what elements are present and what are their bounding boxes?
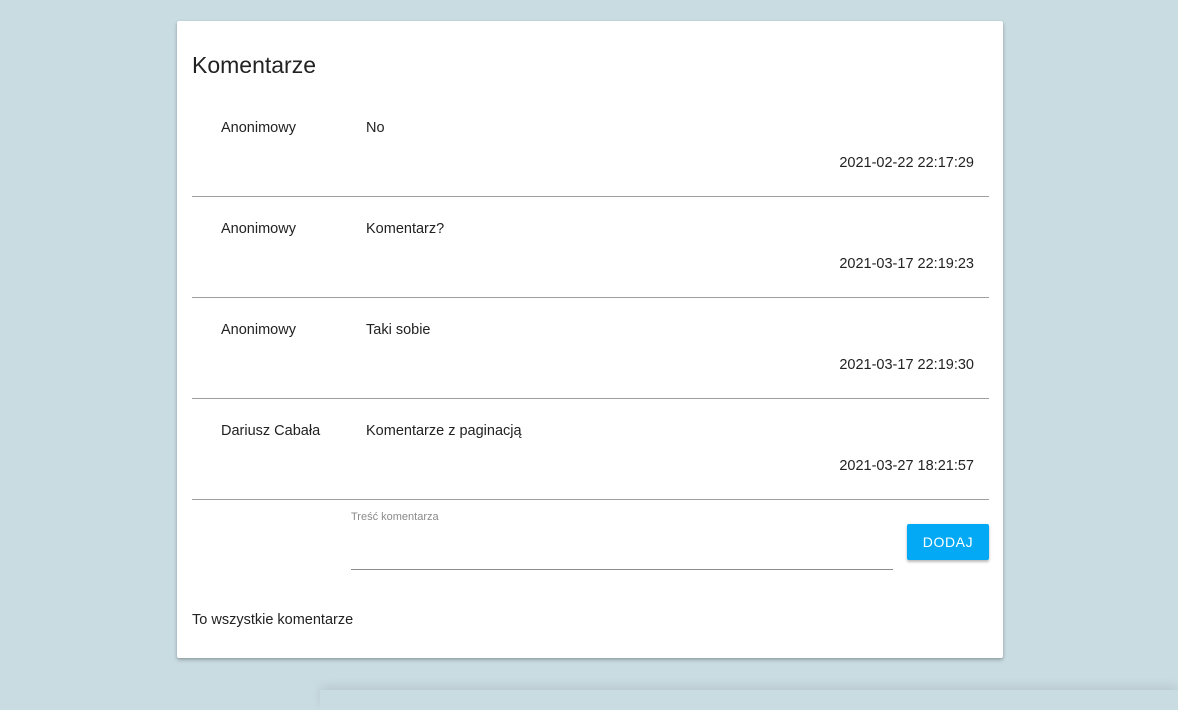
comment-text: Taki sobie xyxy=(366,322,431,338)
comment-list: Anonimowy No 2021-02-22 22:17:29 Anonimo… xyxy=(192,96,989,500)
comment-item: Anonimowy No 2021-02-22 22:17:29 xyxy=(192,96,989,197)
comments-card: Komentarze Anonimowy No 2021-02-22 22:17… xyxy=(177,21,1003,658)
comment-field-label: Treść komentarza xyxy=(351,511,439,523)
comment-date: 2021-02-22 22:17:29 xyxy=(839,155,974,171)
comment-author: Anonimowy xyxy=(221,322,296,338)
comment-author: Dariusz Cabała xyxy=(221,423,321,439)
comment-item: Anonimowy Komentarz? 2021-03-17 22:19:23 xyxy=(192,197,989,298)
comment-item: Dariusz Cabała Komentarze z paginacją 20… xyxy=(192,399,989,500)
comment-date: 2021-03-17 22:19:30 xyxy=(839,357,974,373)
add-comment-form: Treść komentarza DODAJ xyxy=(192,501,989,591)
comment-input[interactable] xyxy=(351,531,893,570)
comment-text: Komentarz? xyxy=(366,221,445,237)
next-card-edge xyxy=(320,690,1178,710)
comment-date: 2021-03-17 22:19:23 xyxy=(839,256,974,272)
comment-author: Anonimowy xyxy=(221,221,296,237)
all-comments-note: To wszystkie komentarze xyxy=(192,612,354,628)
comment-date: 2021-03-27 18:21:57 xyxy=(839,458,974,474)
comment-author: Anonimowy xyxy=(221,120,296,136)
comment-text: Komentarze z paginacją xyxy=(366,423,522,439)
add-comment-button[interactable]: DODAJ xyxy=(907,524,989,560)
comment-text: No xyxy=(366,120,385,136)
comment-item: Anonimowy Taki sobie 2021-03-17 22:19:30 xyxy=(192,298,989,399)
section-title: Komentarze xyxy=(192,52,317,78)
